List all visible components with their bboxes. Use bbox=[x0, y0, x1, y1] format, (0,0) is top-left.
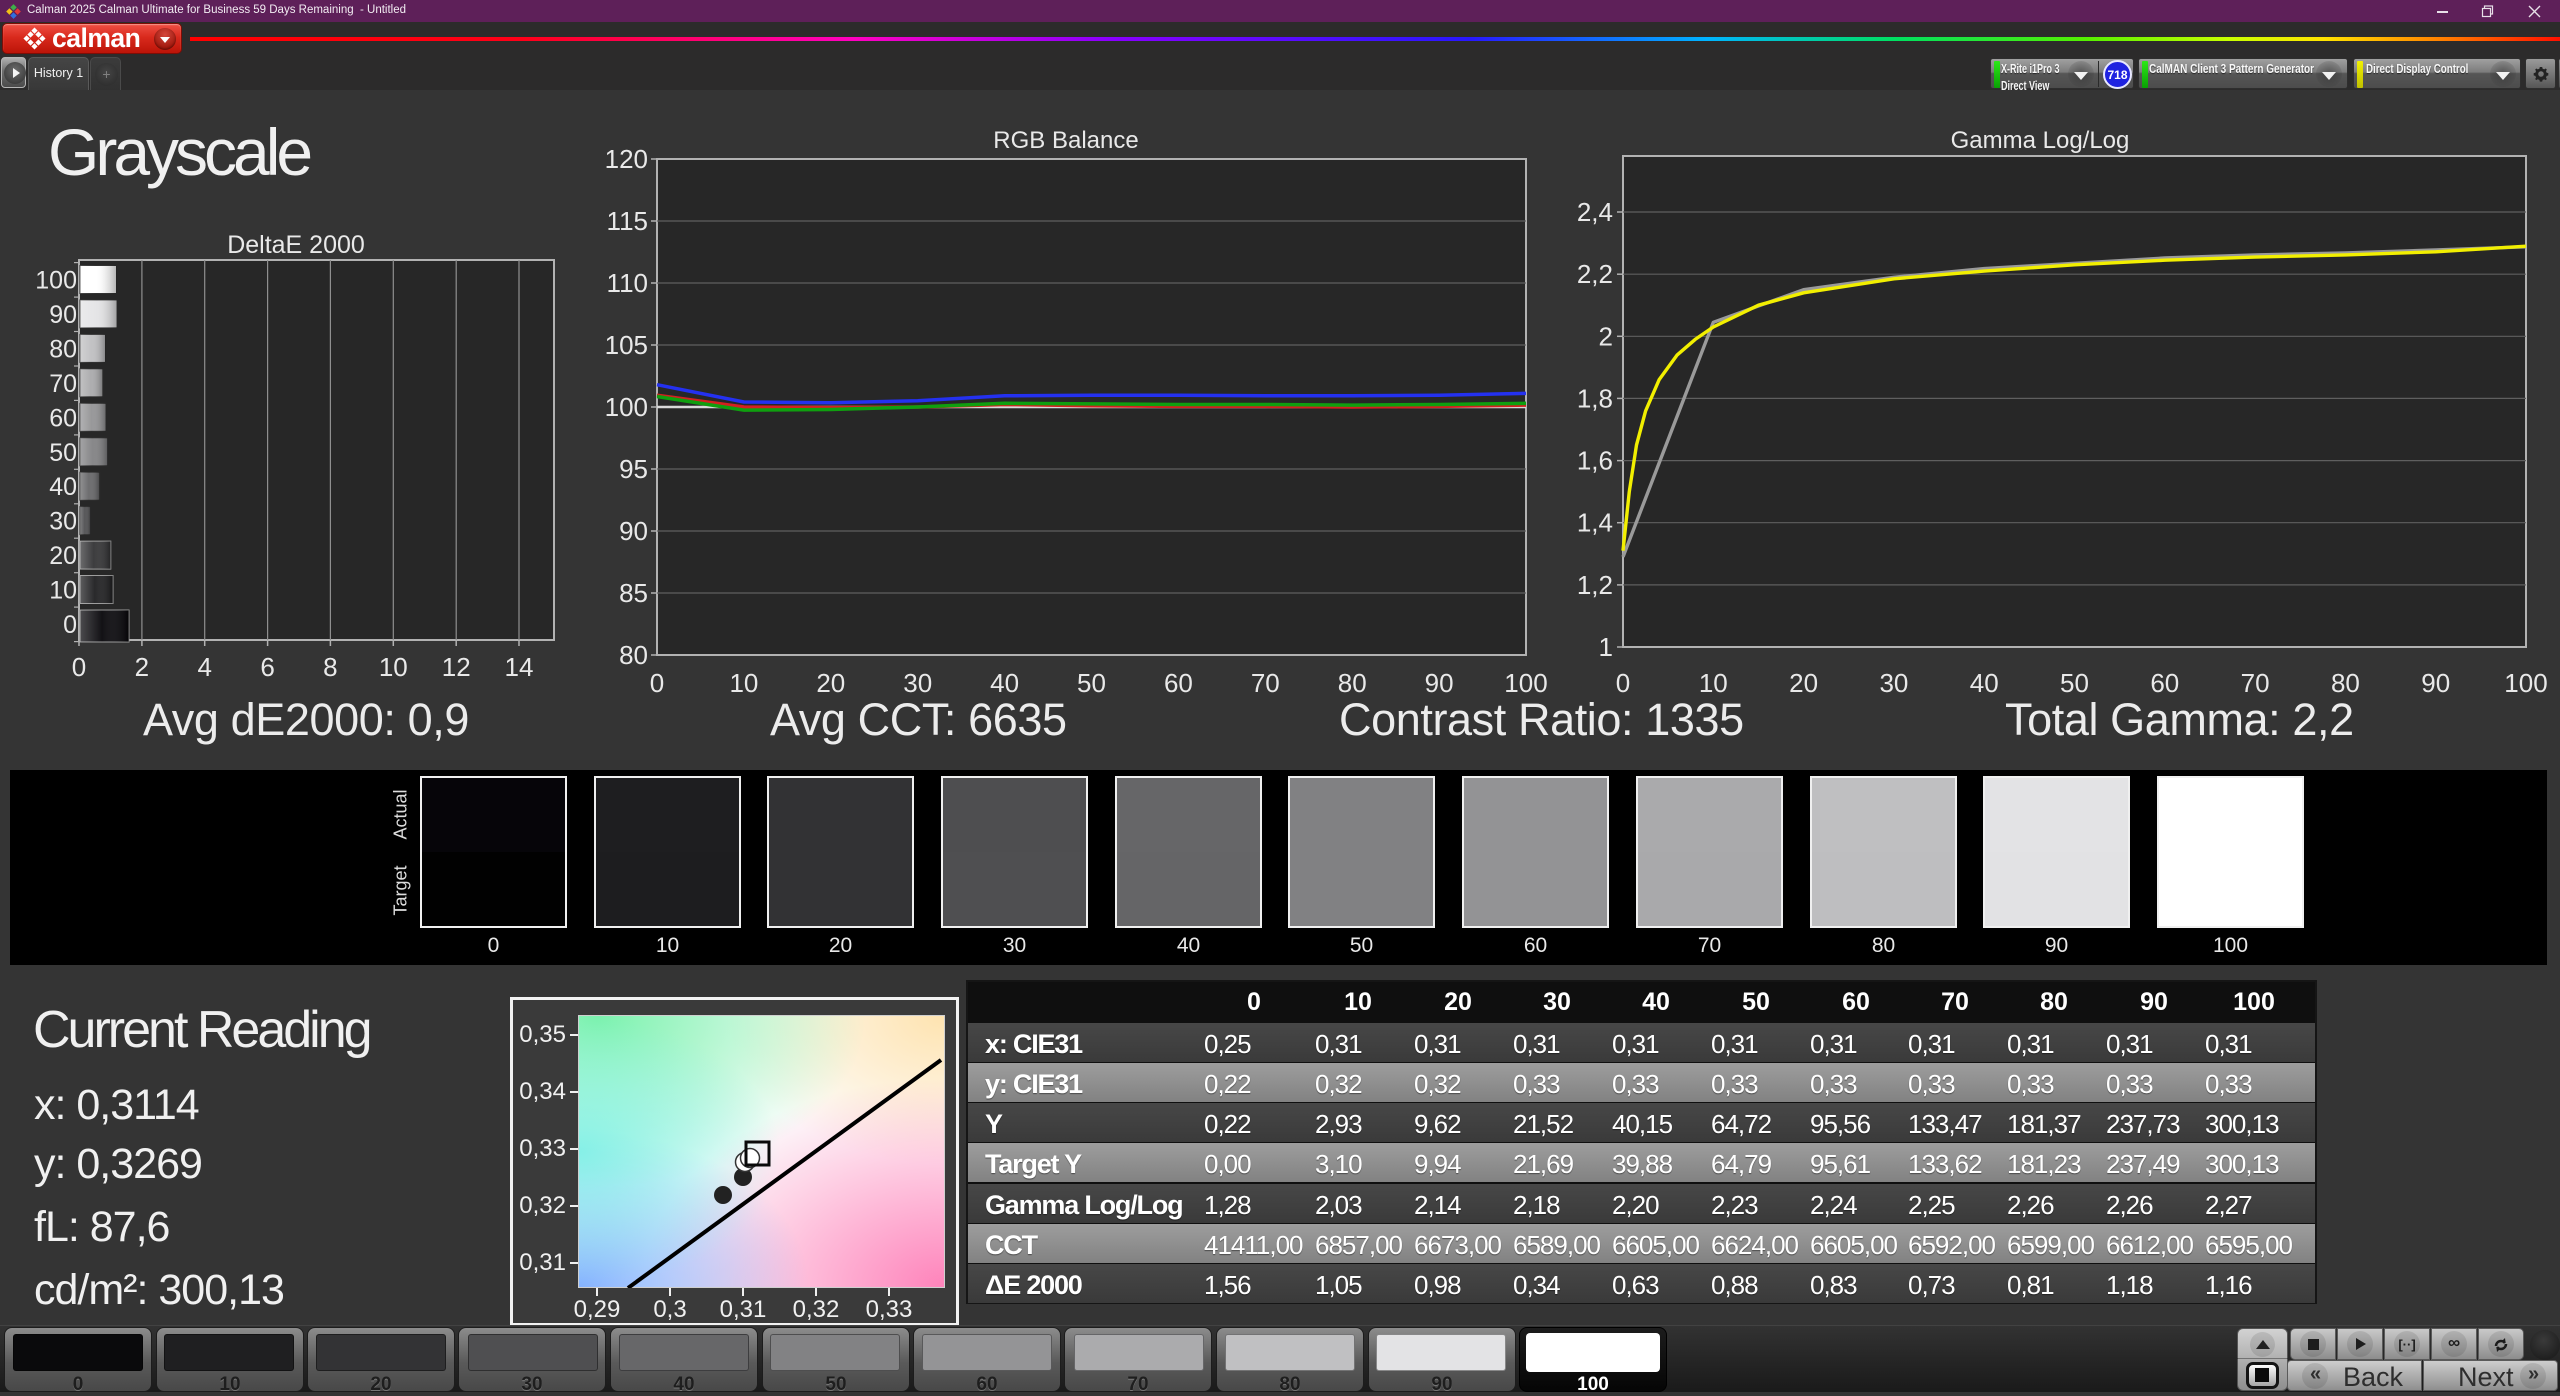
svg-text:0: 0 bbox=[63, 611, 77, 639]
svg-text:20: 20 bbox=[1789, 668, 1818, 698]
svg-text:90: 90 bbox=[619, 516, 648, 546]
svg-text:1: 1 bbox=[1599, 632, 1613, 662]
svg-text:10: 10 bbox=[49, 577, 77, 605]
svg-text:2: 2 bbox=[135, 652, 149, 682]
svg-text:10: 10 bbox=[379, 652, 408, 682]
svg-text:2,2: 2,2 bbox=[1577, 259, 1613, 289]
svg-text:120: 120 bbox=[605, 144, 648, 174]
svg-text:100: 100 bbox=[2504, 668, 2547, 698]
svg-text:8: 8 bbox=[323, 652, 337, 682]
svg-text:0: 0 bbox=[72, 652, 86, 682]
svg-text:90: 90 bbox=[49, 301, 77, 329]
svg-text:105: 105 bbox=[605, 330, 648, 360]
svg-text:14: 14 bbox=[505, 652, 534, 682]
svg-text:40: 40 bbox=[49, 473, 77, 501]
svg-text:6: 6 bbox=[260, 652, 274, 682]
svg-text:100: 100 bbox=[35, 267, 77, 295]
svg-text:50: 50 bbox=[49, 439, 77, 467]
svg-text:110: 110 bbox=[607, 268, 648, 298]
svg-text:115: 115 bbox=[607, 206, 648, 236]
svg-text:1,8: 1,8 bbox=[1577, 383, 1613, 413]
svg-text:12: 12 bbox=[442, 652, 471, 682]
svg-text:Gamma Log/Log: Gamma Log/Log bbox=[1951, 127, 2130, 154]
svg-text:10: 10 bbox=[729, 668, 758, 698]
svg-text:95: 95 bbox=[619, 454, 648, 484]
svg-text:2,4: 2,4 bbox=[1577, 197, 1613, 227]
svg-text:30: 30 bbox=[49, 508, 77, 536]
svg-text:2: 2 bbox=[1599, 321, 1613, 351]
svg-text:90: 90 bbox=[2421, 668, 2450, 698]
svg-text:80: 80 bbox=[49, 335, 77, 363]
svg-text:20: 20 bbox=[49, 542, 77, 570]
svg-text:30: 30 bbox=[1879, 668, 1908, 698]
svg-text:70: 70 bbox=[1251, 668, 1280, 698]
svg-text:60: 60 bbox=[49, 404, 77, 432]
svg-text:4: 4 bbox=[197, 652, 211, 682]
svg-text:DeltaE 2000: DeltaE 2000 bbox=[227, 231, 365, 259]
svg-text:60: 60 bbox=[1164, 668, 1193, 698]
svg-text:1,4: 1,4 bbox=[1577, 508, 1613, 538]
svg-text:RGB Balance: RGB Balance bbox=[993, 127, 1138, 154]
svg-text:80: 80 bbox=[619, 640, 648, 670]
svg-text:70: 70 bbox=[49, 370, 77, 398]
svg-text:100: 100 bbox=[605, 392, 648, 422]
svg-text:50: 50 bbox=[1077, 668, 1106, 698]
svg-text:40: 40 bbox=[1970, 668, 1999, 698]
svg-text:85: 85 bbox=[619, 578, 648, 608]
svg-text:1,2: 1,2 bbox=[1577, 570, 1613, 600]
svg-text:0: 0 bbox=[650, 668, 664, 698]
svg-text:1,6: 1,6 bbox=[1577, 446, 1613, 476]
